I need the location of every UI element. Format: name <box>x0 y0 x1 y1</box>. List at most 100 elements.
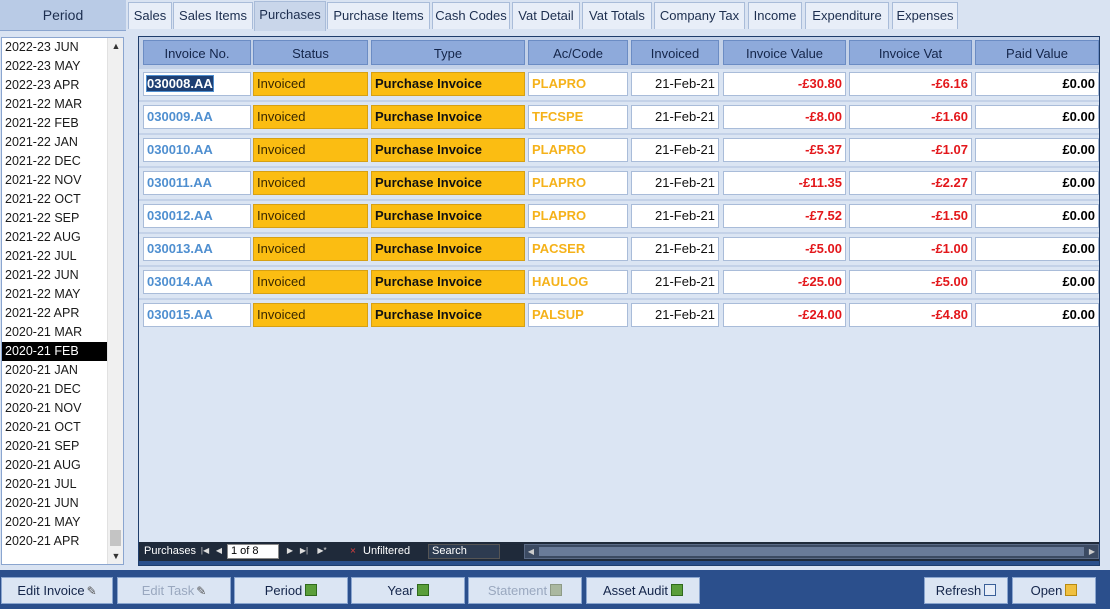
invoiced-date-cell[interactable]: 21-Feb-21 <box>631 204 719 228</box>
statement-button[interactable]: Statement <box>468 577 582 604</box>
tab-purchase-items[interactable]: Purchase Items <box>327 2 430 29</box>
invoice-vat-cell[interactable]: -£1.50 <box>849 204 972 228</box>
account-code-cell[interactable]: PLAPRO <box>528 204 628 228</box>
type-cell[interactable]: Purchase Invoice <box>371 171 525 195</box>
invoice-vat-cell[interactable]: -£1.07 <box>849 138 972 162</box>
column-header-invoice-no[interactable]: Invoice No. <box>143 40 251 65</box>
period-item[interactable]: 2021-22 NOV <box>2 171 107 190</box>
type-cell[interactable]: Purchase Invoice <box>371 204 525 228</box>
paid-value-cell[interactable]: £0.00 <box>975 171 1099 195</box>
column-header-type[interactable]: Type <box>371 40 525 65</box>
status-cell[interactable]: Invoiced <box>253 138 368 162</box>
invoice-number-cell[interactable]: 030011.AA <box>143 171 251 195</box>
tab-expenditure[interactable]: Expenditure <box>805 2 889 29</box>
table-row[interactable]: 030008.AA Invoiced Purchase Invoice PLAPRO 2… <box>139 67 1099 100</box>
period-item[interactable]: 2021-22 JAN <box>2 133 107 152</box>
tab-sales-items[interactable]: Sales Items <box>173 2 253 29</box>
horizontal-scrollbar[interactable]: ◀ ▶ <box>524 544 1099 559</box>
account-code-cell[interactable]: PLAPRO <box>528 72 628 96</box>
invoiced-date-cell[interactable]: 21-Feb-21 <box>631 72 719 96</box>
filter-status[interactable]: Unfiltered <box>363 542 410 561</box>
table-row[interactable]: 030009.AA Invoiced Purchase Invoice TFCSPE 2… <box>139 100 1099 133</box>
invoice-number-cell[interactable]: 030013.AA <box>143 237 251 261</box>
column-header-paid-value[interactable]: Paid Value <box>975 40 1099 65</box>
invoiced-date-cell[interactable]: 21-Feb-21 <box>631 105 719 129</box>
invoiced-date-cell[interactable]: 21-Feb-21 <box>631 138 719 162</box>
invoiced-date-cell[interactable]: 21-Feb-21 <box>631 303 719 327</box>
period-button[interactable]: Period <box>234 577 348 604</box>
first-record-icon[interactable]: |◀ <box>199 544 211 558</box>
column-header-invoice-vat[interactable]: Invoice Vat <box>849 40 972 65</box>
column-header-invoiced[interactable]: Invoiced <box>631 40 719 65</box>
type-cell[interactable]: Purchase Invoice <box>371 105 525 129</box>
type-cell[interactable]: Purchase Invoice <box>371 237 525 261</box>
table-row[interactable]: 030011.AA Invoiced Purchase Invoice PLAPRO 2… <box>139 166 1099 199</box>
invoice-value-cell[interactable]: -£24.00 <box>723 303 846 327</box>
period-item[interactable]: 2020-21 NOV <box>2 399 107 418</box>
period-item[interactable]: 2021-22 FEB <box>2 114 107 133</box>
paid-value-cell[interactable]: £0.00 <box>975 138 1099 162</box>
tab-sales[interactable]: Sales <box>128 2 172 29</box>
tab-company-tax[interactable]: Company Tax <box>654 2 745 29</box>
column-header-invoice-value[interactable]: Invoice Value <box>723 40 846 65</box>
account-code-cell[interactable]: PACSER <box>528 237 628 261</box>
column-header-status[interactable]: Status <box>253 40 368 65</box>
status-cell[interactable]: Invoiced <box>253 204 368 228</box>
period-item[interactable]: 2021-22 DEC <box>2 152 107 171</box>
asset-audit-button[interactable]: Asset Audit <box>586 577 700 604</box>
status-cell[interactable]: Invoiced <box>253 105 368 129</box>
tab-income[interactable]: Income <box>748 2 802 29</box>
table-row[interactable]: 030015.AA Invoiced Purchase Invoice PALSUP 2… <box>139 298 1099 331</box>
period-item[interactable]: 2021-22 SEP <box>2 209 107 228</box>
invoice-value-cell[interactable]: -£8.00 <box>723 105 846 129</box>
new-record-icon[interactable]: ▶* <box>314 544 330 558</box>
period-item[interactable]: 2020-21 JUL <box>2 475 107 494</box>
scroll-down-icon[interactable]: ▼ <box>108 548 123 564</box>
status-cell[interactable]: Invoiced <box>253 237 368 261</box>
period-item[interactable]: 2022-23 JUN <box>2 38 107 57</box>
scroll-up-icon[interactable]: ▲ <box>108 38 123 54</box>
period-item[interactable]: 2020-21 APR <box>2 532 107 551</box>
filter-icon[interactable]: ⨯ <box>347 544 359 558</box>
paid-value-cell[interactable]: £0.00 <box>975 105 1099 129</box>
invoice-number-cell[interactable]: 030008.AA <box>143 72 251 96</box>
period-item[interactable]: 2020-21 AUG <box>2 456 107 475</box>
type-cell[interactable]: Purchase Invoice <box>371 72 525 96</box>
period-item[interactable]: 2022-23 MAY <box>2 57 107 76</box>
paid-value-cell[interactable]: £0.00 <box>975 237 1099 261</box>
refresh-button[interactable]: Refresh <box>924 577 1008 604</box>
period-list[interactable]: 2022-23 JUN 2022-23 MAY 2022-23 APR 2021-22… <box>1 37 124 565</box>
paid-value-cell[interactable]: £0.00 <box>975 204 1099 228</box>
paid-value-cell[interactable]: £0.00 <box>975 72 1099 96</box>
invoiced-date-cell[interactable]: 21-Feb-21 <box>631 270 719 294</box>
table-row[interactable]: 030012.AA Invoiced Purchase Invoice PLAPRO 2… <box>139 199 1099 232</box>
period-item[interactable]: 2020-21 OCT <box>2 418 107 437</box>
tab-cash-codes[interactable]: Cash Codes <box>432 2 510 29</box>
scroll-right-icon[interactable]: ▶ <box>1086 545 1098 558</box>
invoice-vat-cell[interactable]: -£6.16 <box>849 72 972 96</box>
tab-vat-totals[interactable]: Vat Totals <box>582 2 652 29</box>
tab-vat-detail[interactable]: Vat Detail <box>512 2 580 29</box>
invoice-number-cell[interactable]: 030009.AA <box>143 105 251 129</box>
status-cell[interactable]: Invoiced <box>253 72 368 96</box>
horizontal-scrollbar-thumb[interactable] <box>539 547 1084 556</box>
paid-value-cell[interactable]: £0.00 <box>975 270 1099 294</box>
period-item[interactable]: 2020-21 DEC <box>2 380 107 399</box>
type-cell[interactable]: Purchase Invoice <box>371 270 525 294</box>
last-record-icon[interactable]: ▶| <box>298 544 310 558</box>
table-row[interactable]: 030014.AA Invoiced Purchase Invoice HAULOG 2… <box>139 265 1099 298</box>
period-item[interactable]: 2021-22 OCT <box>2 190 107 209</box>
invoice-vat-cell[interactable]: -£1.60 <box>849 105 972 129</box>
period-item[interactable]: 2020-21 SEP <box>2 437 107 456</box>
invoice-vat-cell[interactable]: -£4.80 <box>849 303 972 327</box>
period-item[interactable]: 2021-22 MAR <box>2 95 107 114</box>
next-record-icon[interactable]: ▶ <box>284 544 296 558</box>
paid-value-cell[interactable]: £0.00 <box>975 303 1099 327</box>
invoice-value-cell[interactable]: -£5.00 <box>723 237 846 261</box>
status-cell[interactable]: Invoiced <box>253 270 368 294</box>
invoice-vat-cell[interactable]: -£5.00 <box>849 270 972 294</box>
table-row[interactable]: 030010.AA Invoiced Purchase Invoice PLAPRO 2… <box>139 133 1099 166</box>
search-input[interactable]: Search <box>428 544 500 559</box>
period-item[interactable]: 2021-22 JUN <box>2 266 107 285</box>
period-item[interactable]: 2020-21 JAN <box>2 361 107 380</box>
